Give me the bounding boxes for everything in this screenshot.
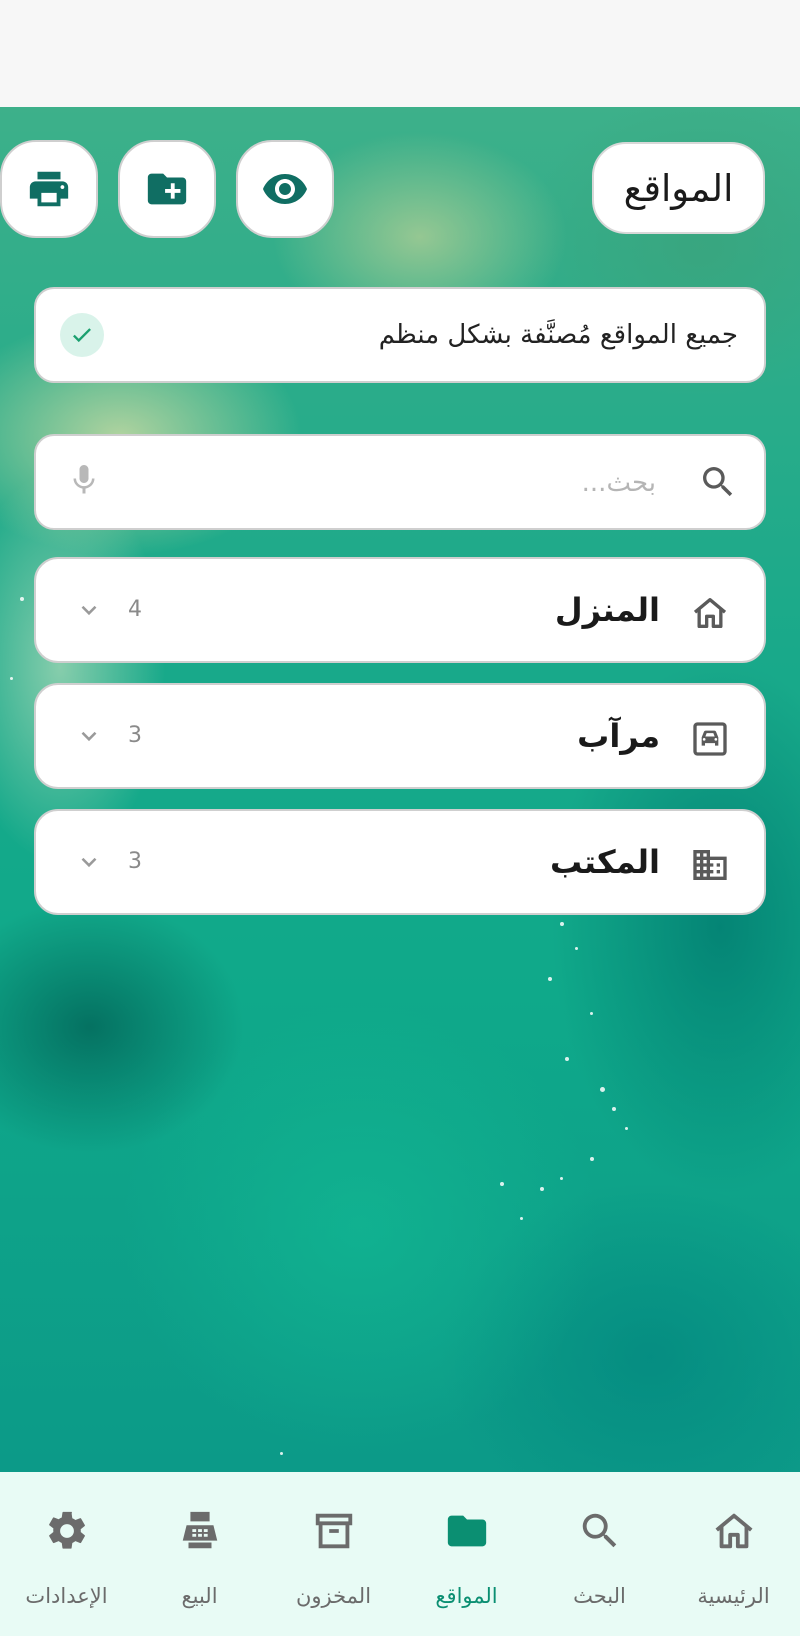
- folder-icon: [447, 1515, 487, 1547]
- location-count: 4: [128, 597, 142, 622]
- new-folder-button[interactable]: [118, 140, 216, 238]
- search-input[interactable]: [154, 456, 658, 510]
- location-label: مرآب: [577, 717, 660, 755]
- print-icon: [29, 171, 69, 207]
- status-banner: جميع المواقع مُصنَّفة بشكل منظم: [34, 287, 766, 383]
- search-icon: [582, 1513, 617, 1548]
- view-button[interactable]: [236, 140, 334, 238]
- chevron-down-icon[interactable]: [76, 597, 102, 623]
- home-icon: [693, 598, 727, 628]
- nav-label: المواقع: [435, 1584, 498, 1608]
- office-building-icon: [693, 850, 727, 880]
- page-title: المواقع: [592, 142, 765, 234]
- location-row-home[interactable]: المنزل 4: [34, 557, 766, 663]
- chevron-down-icon[interactable]: [76, 723, 102, 749]
- nav-item-sales[interactable]: البيع: [133, 1472, 266, 1636]
- location-label: المكتب: [550, 843, 660, 881]
- status-text: جميع المواقع مُصنَّفة بشكل منظم: [378, 320, 738, 350]
- cash-register-icon: [182, 1511, 218, 1549]
- nav-item-inventory[interactable]: المخزون: [267, 1472, 400, 1636]
- location-count: 3: [128, 849, 142, 874]
- chevron-down-icon[interactable]: [76, 849, 102, 875]
- mic-icon[interactable]: [66, 462, 106, 502]
- location-row-garage[interactable]: مرآب 3: [34, 683, 766, 789]
- location-count: 3: [128, 723, 142, 748]
- nav-item-search[interactable]: البحث: [533, 1472, 666, 1636]
- nav-label: الرئيسية: [697, 1584, 770, 1608]
- search-icon[interactable]: [698, 462, 738, 502]
- nav-label: الإعدادات: [25, 1584, 108, 1608]
- home-icon: [715, 1513, 753, 1549]
- status-bar-area: [0, 0, 800, 107]
- check-icon: [73, 328, 91, 343]
- nav-item-locations[interactable]: المواقع: [400, 1472, 533, 1636]
- check-badge: [60, 313, 104, 357]
- nav-label: المخزون: [295, 1584, 372, 1608]
- folder-plus-icon: [147, 173, 187, 205]
- nav-label: البحث: [573, 1584, 626, 1608]
- nav-item-home[interactable]: الرئيسية: [667, 1472, 800, 1636]
- print-button[interactable]: [0, 140, 98, 238]
- gear-icon: [49, 1511, 85, 1549]
- eye-icon: [263, 174, 307, 204]
- nav-item-settings[interactable]: الإعدادات: [0, 1472, 133, 1636]
- nav-label: البيع: [181, 1584, 218, 1608]
- page-title-text: المواقع: [623, 166, 734, 210]
- garage-icon: [693, 722, 727, 756]
- search-bar: [34, 434, 766, 530]
- location-label: المنزل: [554, 591, 660, 629]
- archive-icon: [315, 1513, 353, 1549]
- bottom-navigation: الرئيسية البحث المواقع المخزون البيع الإ…: [0, 1472, 800, 1636]
- location-row-office[interactable]: المكتب 3: [34, 809, 766, 915]
